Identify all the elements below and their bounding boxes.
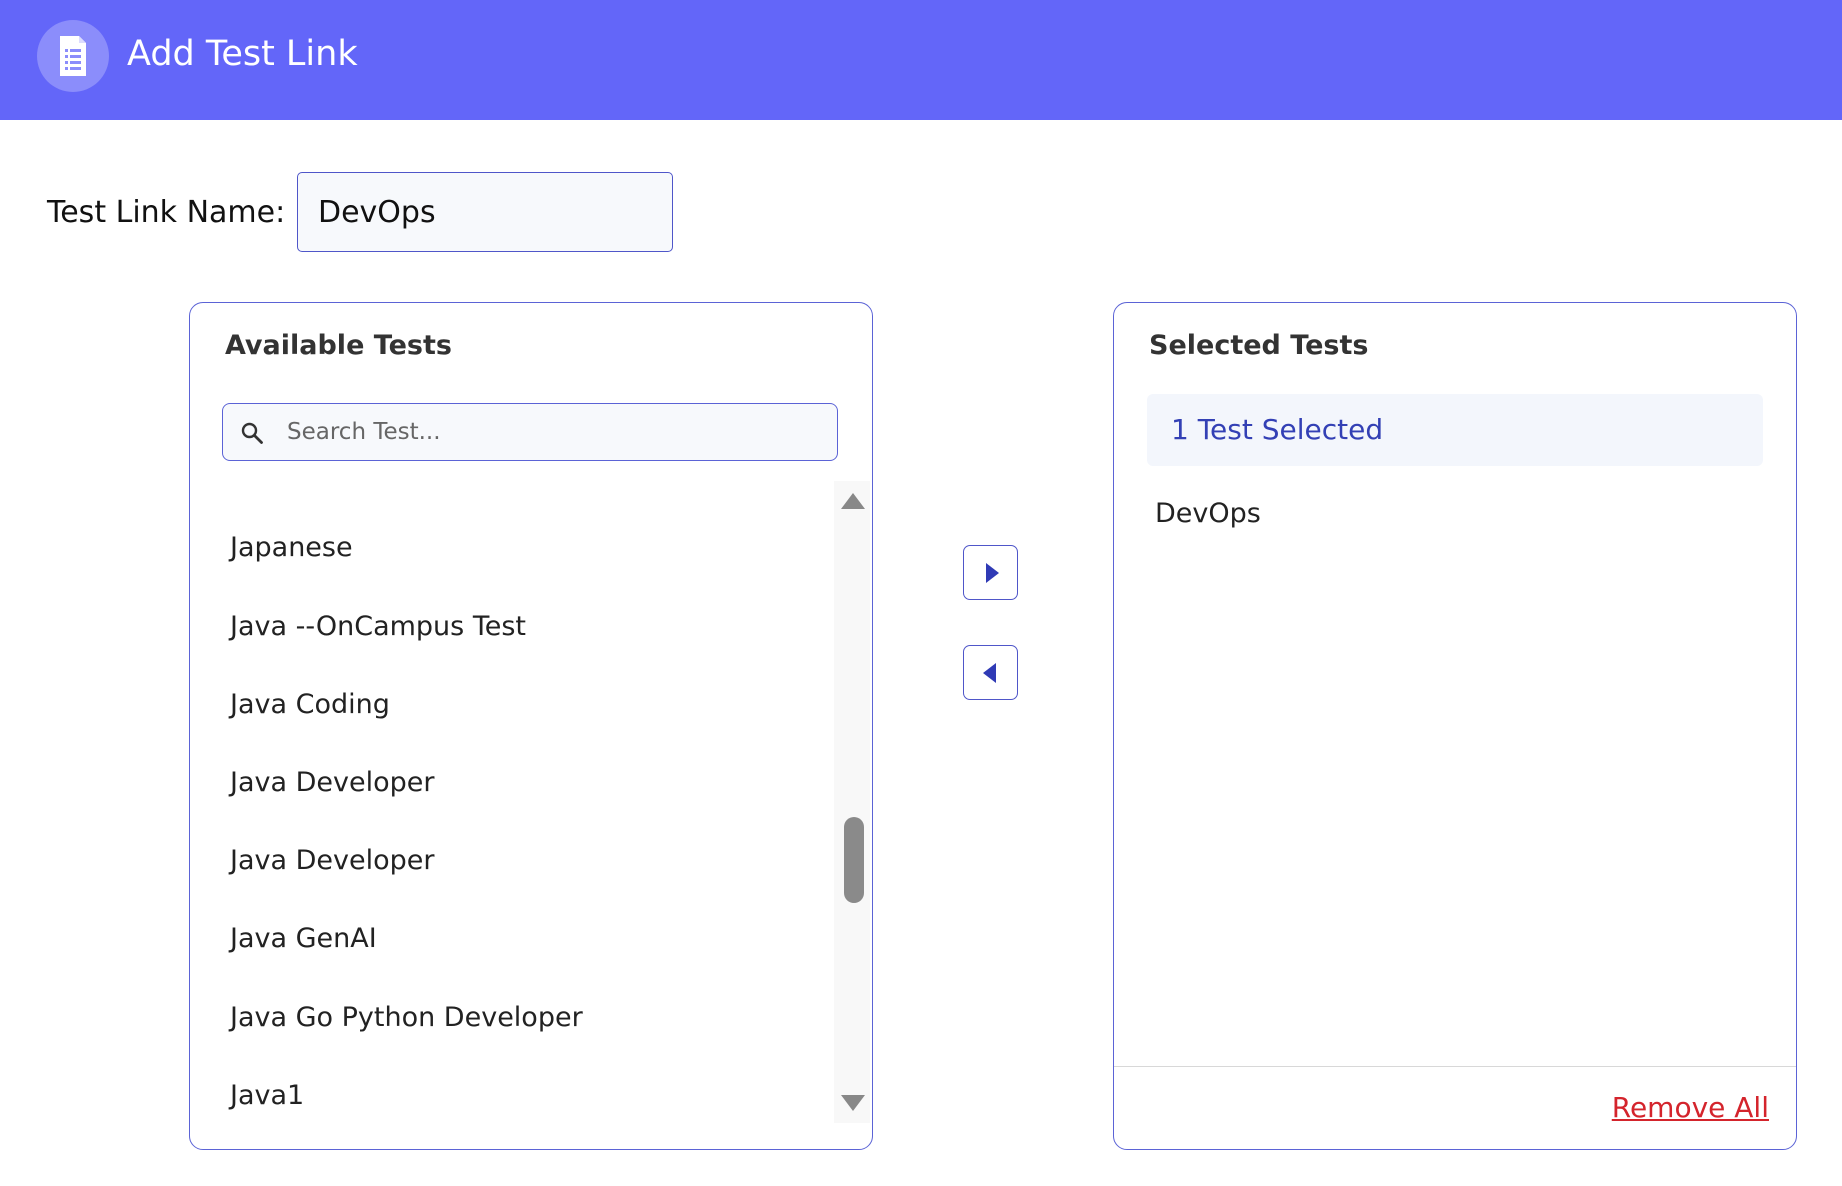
list-item[interactable]: Japanese — [230, 530, 353, 566]
list-item[interactable]: Java Go Python Developer — [230, 1000, 583, 1036]
available-tests-title: Available Tests — [225, 330, 452, 361]
search-icon — [241, 422, 263, 444]
selected-list-item[interactable]: DevOps — [1155, 496, 1261, 532]
list-item[interactable]: Java Coding — [230, 687, 390, 723]
selected-tests-panel: Selected Tests 1 Test Selected DevOps Re… — [1113, 302, 1797, 1150]
list-item[interactable]: Java1 — [230, 1078, 304, 1114]
selected-count-banner: 1 Test Selected — [1147, 394, 1763, 466]
page-header: Add Test Link — [0, 0, 1842, 120]
selected-count-label: 1 Test Selected — [1171, 413, 1384, 446]
test-link-name-label: Test Link Name: — [47, 195, 286, 230]
test-link-name-input[interactable] — [297, 172, 673, 252]
scrollbar[interactable] — [834, 481, 870, 1123]
list-item[interactable]: Java Developer — [230, 843, 434, 879]
available-tests-list[interactable]: Langu Japanese Java --OnCampus Test Java… — [190, 481, 834, 1123]
selected-tests-title: Selected Tests — [1149, 330, 1369, 361]
available-tests-panel: Available Tests Langu Japanese Java --On… — [189, 302, 873, 1150]
arrow-left-icon — [983, 663, 996, 683]
list-item[interactable]: Java --OnCampus Test — [230, 609, 526, 645]
scrollbar-thumb[interactable] — [844, 817, 864, 903]
scroll-down-icon[interactable] — [841, 1095, 865, 1111]
divider — [1114, 1066, 1796, 1067]
search-input[interactable] — [287, 412, 817, 452]
move-right-button[interactable] — [963, 545, 1018, 600]
remove-all-link[interactable]: Remove All — [1612, 1089, 1769, 1127]
document-list-icon — [37, 20, 109, 92]
scroll-up-icon[interactable] — [841, 493, 865, 509]
search-box[interactable] — [222, 403, 838, 461]
list-item[interactable]: Java Developer — [230, 765, 434, 801]
list-item[interactable]: Java GenAI — [230, 921, 377, 957]
move-left-button[interactable] — [963, 645, 1018, 700]
page-title: Add Test Link — [127, 34, 358, 74]
arrow-right-icon — [986, 563, 999, 583]
